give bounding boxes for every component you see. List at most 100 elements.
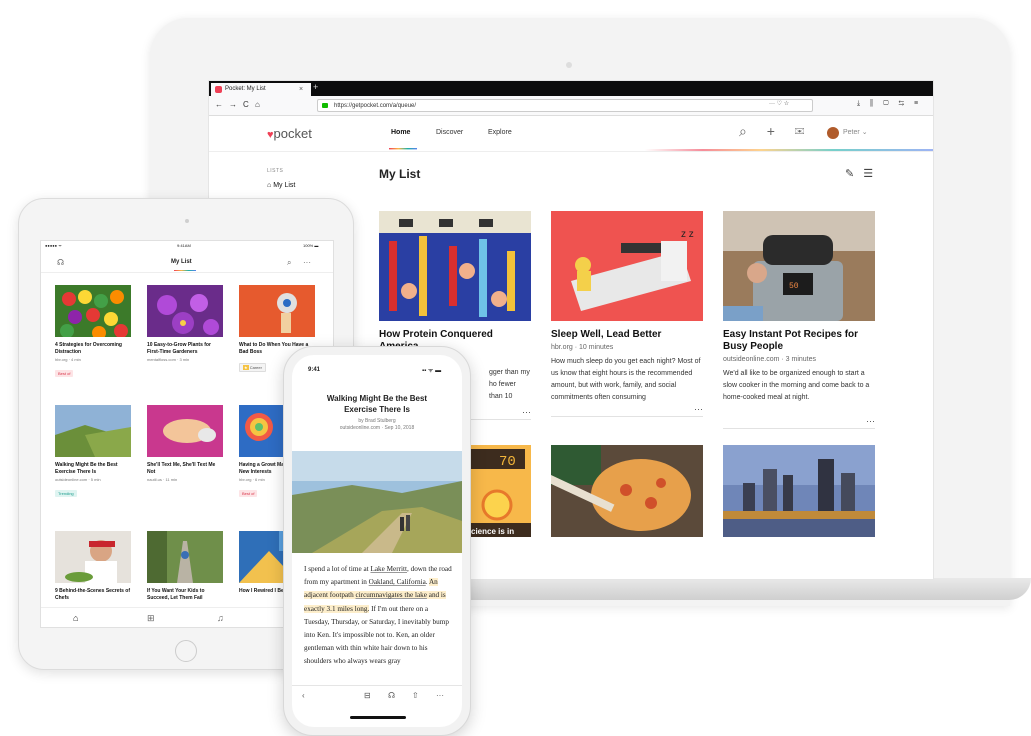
new-tab-button[interactable]: + <box>313 82 318 92</box>
header-gradient-line <box>209 149 933 151</box>
sidebar-item-label: My List <box>273 182 296 189</box>
header-search-add-inbox-icons[interactable]: ⌕ + ✉ <box>739 123 812 140</box>
city-skyline-photo <box>723 445 875 537</box>
pocket-logo[interactable]: ♥pocket <box>267 126 312 141</box>
pizza-photo <box>551 445 703 537</box>
listen-icon[interactable]: ☊ <box>388 691 395 700</box>
home-icon[interactable]: ⌂ <box>255 100 260 109</box>
article-thumbnail: z z <box>551 211 703 321</box>
archive-icon[interactable]: ⊟ <box>364 691 371 700</box>
signal-icon: ●●●●● ᯤ <box>45 243 62 248</box>
tablet-home-button[interactable] <box>175 640 197 662</box>
star-icon: ★ <box>243 365 249 370</box>
url-text: https://getpocket.com/a/queue/ <box>334 103 417 109</box>
nav-discover[interactable]: Discover <box>436 129 463 136</box>
more-icon[interactable]: ··· <box>303 258 311 267</box>
phone-frame: 9:41 ▪▪ ᯤ ▬ Walking Might Be the Best Ex… <box>283 346 471 736</box>
forward-icon[interactable]: → <box>229 100 237 109</box>
article-title: She'll Text Me, She'll Text Me Not <box>147 462 216 475</box>
page-title: My List <box>171 259 192 265</box>
link-lake-merritt[interactable]: Lake Merritt <box>370 565 407 573</box>
article-card[interactable]: z z Sleep Well, Lead Better hbr.org · 10… <box>551 211 703 417</box>
article-thumbnail <box>55 531 131 583</box>
nav-home[interactable]: Home <box>391 129 410 136</box>
user-menu[interactable]: Peter ⌄ <box>843 128 868 136</box>
browser-tab-title: Pocket: My List <box>225 86 266 92</box>
status-badge[interactable]: Best of <box>239 490 258 497</box>
chevron-down-icon: ⌄ <box>861 129 868 136</box>
more-icon[interactable]: ··· <box>723 416 875 429</box>
body-text: If I'm out there on a Tuesday, Thursday,… <box>304 604 449 666</box>
reload-icon[interactable]: C <box>243 100 249 109</box>
list-item[interactable]: If You Want Your Kids to Succeed, Let Th… <box>147 531 223 602</box>
list-item[interactable]: Walking Might Be the Best Exercise There… <box>55 405 131 500</box>
tablet-header: ☊ My List ⌕ ··· <box>41 251 333 273</box>
link-oakland[interactable]: Oakland, California <box>369 578 426 586</box>
avatar[interactable] <box>827 127 839 139</box>
article-thumbnail <box>379 211 531 321</box>
article-card[interactable] <box>723 445 875 537</box>
page-actions-icons[interactable]: ··· ♡ ☆ <box>769 100 789 107</box>
article-title: Walking Might Be the Best Exercise There… <box>326 394 428 414</box>
browser-toolbar: ← → C ⌂ https://getpocket.com/a/queue/ ·… <box>209 96 933 116</box>
article-thumbnail <box>55 285 131 337</box>
article-meta: nautil.us · 11 min <box>147 477 178 482</box>
url-input[interactable]: https://getpocket.com/a/queue/ <box>317 99 813 112</box>
status-badge[interactable]: Best of <box>55 370 74 377</box>
browser-toolbar-icons[interactable]: ⤓ ⫼ ▢ ⇆ ≡ <box>857 100 922 108</box>
search-icon[interactable]: ⌕ <box>287 258 291 268</box>
list-item[interactable]: 9 Behind-the-Scenes Secrets of Chefs <box>55 531 131 602</box>
browser-tab-strip: Pocket: My List × + <box>209 81 933 96</box>
article-title: Sleep Well, Lead Better <box>551 329 662 340</box>
pocket-logo-text: pocket <box>273 126 312 141</box>
browser-tab[interactable]: Pocket: My List × <box>211 83 311 96</box>
share-icon[interactable]: ⇧ <box>412 691 419 700</box>
save-icon[interactable]: ⊞ <box>147 613 155 624</box>
listen-icon[interactable]: ☊ <box>57 258 64 267</box>
status-badge[interactable]: ★ Career <box>239 363 266 372</box>
article-thumbnail <box>55 405 131 457</box>
home-icon[interactable]: ⌂ <box>73 613 78 623</box>
home-indicator[interactable] <box>350 716 406 719</box>
nav-explore[interactable]: Explore <box>488 129 512 136</box>
status-badge[interactable]: Trending <box>55 490 77 497</box>
article-card[interactable]: 50 Easy Instant Pot Recipes for Busy Peo… <box>723 211 875 429</box>
instant-pot-photo: 50 <box>723 211 875 321</box>
body-text: I spend a lot of time at <box>304 565 371 573</box>
list-item[interactable]: She'll Text Me, She'll Text Me Not nauti… <box>147 405 223 482</box>
article-card[interactable] <box>551 445 703 537</box>
tablet-camera <box>185 219 189 223</box>
highlighted-link[interactable]: circumnavigates the lake <box>355 591 427 600</box>
back-icon[interactable]: ‹ <box>302 691 305 700</box>
back-icon[interactable]: ← <box>215 100 223 109</box>
title-gradient-underline <box>174 270 196 271</box>
article-meta: outsideonline.com · 3 minutes <box>723 356 816 363</box>
more-icon[interactable]: ··· <box>436 691 444 700</box>
article-title: If You Want Your Kids to Succeed, Let Th… <box>147 588 205 601</box>
signal-wifi-battery-icons: ▪▪ ᯤ ▬ <box>422 368 442 374</box>
tablet-status-bar: ●●●●● ᯤ 9:41AM 100% ▬ <box>41 241 333 251</box>
list-item[interactable]: 4 Strategies for Overcoming Distraction … <box>55 285 131 380</box>
pocket-favicon-icon <box>215 86 222 93</box>
svg-text:50: 50 <box>789 282 799 291</box>
article-meta: hbr.org · 4 min <box>55 357 81 362</box>
bell-icon[interactable]: ♫ <box>217 613 224 623</box>
article-thumbnail <box>147 405 223 457</box>
edit-list-view-icons[interactable]: ✎ ☰ <box>845 167 876 180</box>
article-excerpt: We'd all like to be organized enough to … <box>723 370 870 401</box>
svg-text:z z: z z <box>681 229 694 240</box>
more-icon[interactable]: ··· <box>551 404 703 417</box>
article-thumbnail <box>239 285 315 337</box>
article-excerpt: How much sleep do you get each night? Mo… <box>551 358 701 401</box>
close-tab-icon[interactable]: × <box>299 83 303 96</box>
sidebar-section-label: LISTS <box>267 168 284 174</box>
article-title: 10 Easy-to-Grow Plants for First-Time Ga… <box>147 342 211 355</box>
article-meta: mentalfloss.com · 3 min <box>147 357 190 362</box>
list-item[interactable]: 10 Easy-to-Grow Plants for First-Time Ga… <box>147 285 223 362</box>
laptop-camera <box>566 62 572 68</box>
article-thumbnail: 50 <box>723 211 875 321</box>
badge-label: Career <box>249 365 262 370</box>
sidebar-item-my-list[interactable]: ⌂ My List <box>267 182 295 189</box>
article-source: outsideonline.com · Sep 10, 2018 <box>339 425 415 431</box>
article-body: I spend a lot of time at Lake Merritt, d… <box>304 563 454 669</box>
